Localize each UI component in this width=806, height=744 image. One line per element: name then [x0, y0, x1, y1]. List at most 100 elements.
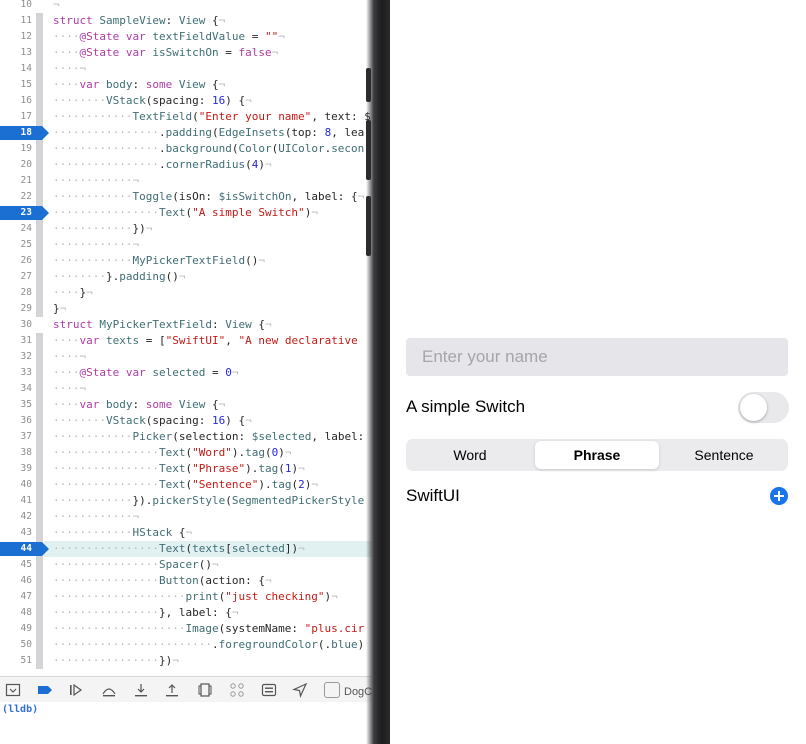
code-fold-ribbon[interactable] — [36, 237, 43, 253]
code-line[interactable]: 16 ········VStack(spacing: 16) {¬ — [0, 93, 372, 109]
segment-word[interactable]: Word — [408, 441, 532, 469]
code-fold-ribbon[interactable] — [36, 365, 43, 381]
line-number[interactable]: 24 — [0, 221, 32, 237]
code-fold-ribbon[interactable] — [36, 445, 43, 461]
code-line[interactable]: 42 ············¬ — [0, 509, 372, 525]
code-fold-ribbon[interactable] — [36, 189, 43, 205]
line-number[interactable]: 22 — [0, 189, 32, 205]
code-fold-ribbon[interactable] — [36, 29, 43, 45]
code-line[interactable]: 24 ············})¬ — [0, 221, 372, 237]
code-line[interactable]: 25 ············¬ — [0, 237, 372, 253]
line-number[interactable]: 39 — [0, 461, 32, 477]
code-text[interactable]: ¬ — [53, 0, 60, 13]
code-fold-ribbon[interactable] — [36, 45, 43, 61]
line-number[interactable]: 13 — [0, 45, 32, 61]
step-over-icon[interactable] — [99, 680, 119, 700]
code-line[interactable]: 19 ················.background(Color(UICo… — [0, 141, 372, 157]
code-line[interactable]: 37 ············Picker(selection: $selecte… — [0, 429, 372, 445]
code-fold-ribbon[interactable] — [36, 109, 43, 125]
line-number[interactable]: 12 — [0, 29, 32, 45]
code-fold-ribbon[interactable] — [36, 269, 43, 285]
code-fold-ribbon[interactable] — [36, 221, 43, 237]
code-fold-ribbon[interactable] — [36, 381, 43, 397]
code-fold-ribbon[interactable] — [36, 461, 43, 477]
line-number[interactable]: 36 — [0, 413, 32, 429]
code-editor[interactable]: 10 ¬ 11 struct SampleView: View {¬ 12 ····@St… — [0, 0, 372, 672]
code-fold-ribbon[interactable] — [36, 397, 43, 413]
code-text[interactable]: ················Text("A simple Switch")¬ — [53, 205, 318, 221]
line-number[interactable]: 15 — [0, 77, 32, 93]
code-fold-ribbon[interactable] — [36, 13, 43, 29]
breakpoint-marker[interactable]: 44 — [0, 542, 49, 556]
code-line[interactable]: 33 ····@State var selected = 0¬ — [0, 365, 372, 381]
code-line[interactable]: 26 ············MyPickerTextField()¬ — [0, 253, 372, 269]
code-text[interactable]: ····¬ — [53, 61, 86, 77]
breakpoint-marker[interactable]: 18 — [0, 126, 49, 140]
code-text[interactable]: ····var body: some View {¬ — [53, 77, 225, 93]
code-fold-ribbon[interactable] — [36, 253, 43, 269]
code-text[interactable]: ····¬ — [53, 349, 86, 365]
line-number[interactable]: 50 — [0, 637, 32, 653]
code-line[interactable]: 36 ········VStack(spacing: 16) {¬ — [0, 413, 372, 429]
code-text[interactable]: ····@State var selected = 0¬ — [53, 365, 238, 381]
code-line[interactable]: 49 ····················Image(systemName: … — [0, 621, 372, 637]
code-fold-ribbon[interactable] — [36, 621, 43, 637]
code-fold-ribbon[interactable] — [36, 157, 43, 173]
code-text[interactable]: ····var body: some View {¬ — [53, 397, 225, 413]
code-text[interactable]: ····¬ — [53, 381, 86, 397]
code-line[interactable]: 10 ¬ — [0, 0, 372, 13]
simulate-location-icon[interactable] — [290, 680, 310, 700]
code-line[interactable]: 27 ········}.padding()¬ — [0, 269, 372, 285]
code-text[interactable]: ····················print("just checking… — [53, 589, 338, 605]
code-text[interactable]: ················Text(texts[selected])¬ — [53, 541, 305, 557]
code-line[interactable]: 17 ············TextField("Enter your name… — [0, 109, 372, 125]
code-line[interactable]: 20 ················.cornerRadius(4)¬ — [0, 157, 372, 173]
code-text[interactable]: ························.foregroundColor… — [53, 637, 364, 653]
code-line[interactable]: 40 ················Text("Sentence").tag(2… — [0, 477, 372, 493]
code-fold-ribbon[interactable] — [36, 637, 43, 653]
line-number[interactable]: 43 — [0, 525, 32, 541]
line-number[interactable]: 41 — [0, 493, 32, 509]
code-fold-ribbon[interactable] — [36, 653, 43, 669]
line-number[interactable]: 20 — [0, 157, 32, 173]
line-number[interactable]: 11 — [0, 13, 32, 29]
target-app-label[interactable]: DogC — [324, 682, 372, 698]
line-number[interactable]: 47 — [0, 589, 32, 605]
line-number[interactable]: 29 — [0, 301, 32, 317]
simple-switch-toggle[interactable] — [738, 392, 789, 423]
code-line[interactable]: 51 ················})¬ — [0, 653, 372, 669]
code-text[interactable]: ····}¬ — [53, 285, 93, 301]
code-fold-ribbon[interactable] — [36, 285, 43, 301]
code-fold-ribbon[interactable] — [36, 349, 43, 365]
memory-graph-icon[interactable] — [227, 680, 247, 700]
hide-debug-area-icon[interactable] — [3, 680, 23, 700]
code-line[interactable]: 29}¬ — [0, 301, 372, 317]
step-out-icon[interactable] — [162, 680, 182, 700]
code-fold-ribbon[interactable] — [36, 141, 43, 157]
line-number[interactable]: 17 — [0, 109, 32, 125]
code-text[interactable]: ····@State var isSwitchOn = false¬ — [53, 45, 278, 61]
code-text[interactable]: ············¬ — [53, 237, 139, 253]
code-text[interactable]: ················})¬ — [53, 653, 179, 669]
code-text[interactable]: ················.background(Color(UIColo… — [53, 141, 364, 157]
code-line[interactable]: 21 ············¬ — [0, 173, 372, 189]
code-line[interactable]: 13 ····@State var isSwitchOn = false¬ — [0, 45, 372, 61]
breakpoint-marker[interactable]: 23 — [0, 206, 49, 220]
code-line[interactable]: 43 ············HStack {¬ — [0, 525, 372, 541]
code-line[interactable]: 23 ················Text("A simple Switch"… — [0, 205, 372, 221]
code-line[interactable]: 50 ························.foregroundCol… — [0, 637, 372, 653]
code-text[interactable]: struct SampleView: View {¬ — [53, 13, 225, 29]
code-line[interactable]: 47 ····················print("just checki… — [0, 589, 372, 605]
code-fold-ribbon[interactable] — [36, 493, 43, 509]
code-text[interactable]: struct MyPickerTextField: View {¬ — [53, 317, 272, 333]
code-line[interactable]: 38 ················Text("Word").tag(0)¬ — [0, 445, 372, 461]
code-fold-ribbon[interactable] — [36, 413, 43, 429]
code-text[interactable]: ················Text("Phrase").tag(1)¬ — [53, 461, 305, 477]
code-line[interactable]: 34 ····¬ — [0, 381, 372, 397]
name-text-field[interactable]: Enter your name — [406, 338, 788, 376]
segment-phrase[interactable]: Phrase — [535, 441, 659, 469]
code-line[interactable]: 44 ················Text(texts[selected])¬ — [0, 541, 372, 557]
code-text[interactable]: ················Text("Sentence").tag(2)¬ — [53, 477, 318, 493]
line-number[interactable]: 33 — [0, 365, 32, 381]
line-number[interactable]: 28 — [0, 285, 32, 301]
